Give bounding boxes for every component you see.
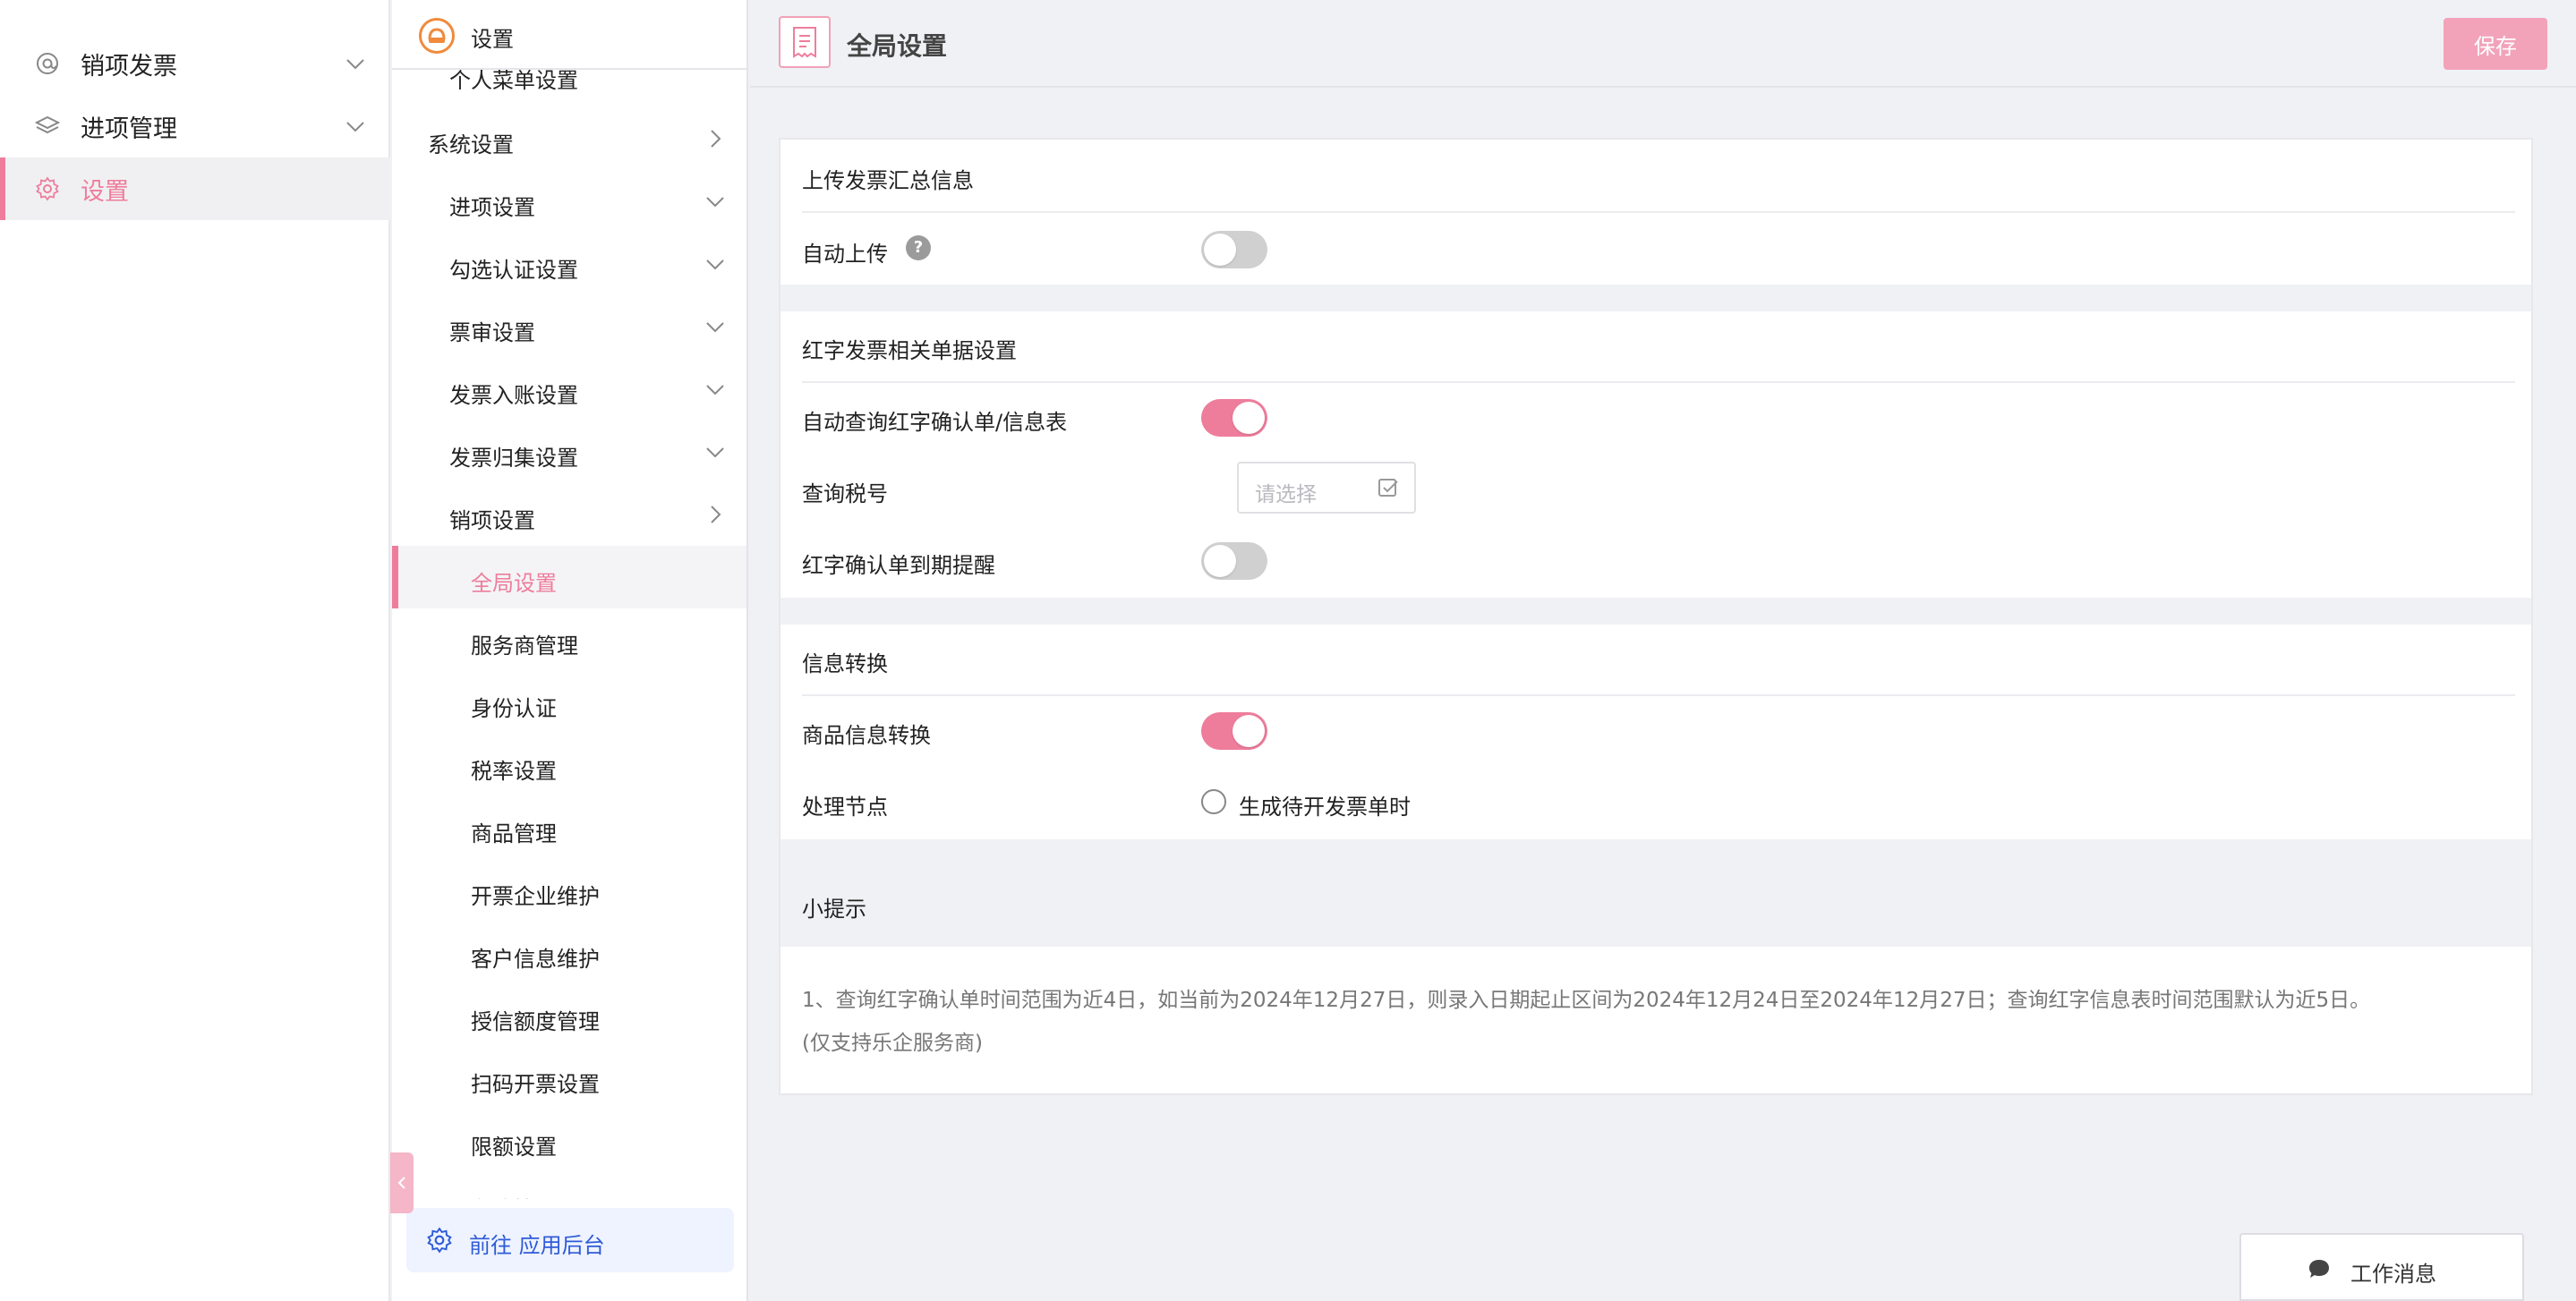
expiry-reminder-label: 红字确认单到期提醒 xyxy=(802,553,995,578)
chevron-left-icon xyxy=(397,1177,405,1189)
menu-item-goods-management[interactable]: 商品管理 xyxy=(392,796,746,859)
auto-query-label: 自动查询红字确认单/信息表 xyxy=(802,410,1068,435)
menu-item-label: 全局设置 xyxy=(471,571,557,596)
tips-text: 1、查询红字确认单时间范围为近4日，如当前为2024年12月27日，则录入日期起… xyxy=(802,989,2371,1055)
goto-admin-button[interactable]: 前往 应用后台 xyxy=(406,1208,734,1272)
tips-title: 小提示 xyxy=(802,897,866,922)
menu-item-global-settings[interactable]: 全局设置 xyxy=(392,546,746,608)
settings-card: 上传发票汇总信息 自动上传 ? 红字发票相关单据设置 自动查询红字确认单/信息表… xyxy=(779,138,2533,1095)
gear-icon xyxy=(427,1227,452,1254)
auto-upload-toggle[interactable] xyxy=(1201,231,1267,268)
document-icon xyxy=(779,16,831,68)
sidebar-item-input-management[interactable]: 进项管理 xyxy=(0,95,390,157)
menu-item-system-settings[interactable]: 系统设置 xyxy=(392,107,746,170)
menu-item-label: 限额设置 xyxy=(471,1135,557,1160)
menu-item-label: 扫码开票设置 xyxy=(471,1072,600,1097)
tips-header-band xyxy=(780,839,2531,947)
app-logo-icon xyxy=(419,18,455,54)
collapse-sidebar-button[interactable] xyxy=(390,1152,414,1213)
work-message-label: 工作消息 xyxy=(2350,1262,2436,1287)
chevron-down-icon xyxy=(706,197,724,208)
chevron-down-icon xyxy=(346,122,364,132)
chevron-down-icon xyxy=(706,322,724,333)
menu-item-label: 授信额度管理 xyxy=(471,1009,600,1034)
chevron-down-icon xyxy=(706,259,724,270)
chevron-right-icon xyxy=(711,506,721,523)
work-message-button[interactable]: 工作消息 xyxy=(2239,1233,2524,1301)
auto-query-toggle[interactable] xyxy=(1201,399,1267,437)
menu-item-output-settings[interactable]: 销项设置 xyxy=(392,483,746,546)
menu-item-tax-rate[interactable]: 税率设置 xyxy=(392,734,746,796)
help-icon[interactable]: ? xyxy=(906,235,931,260)
primary-sidebar: 销项发票 进项管理 设置 xyxy=(0,0,390,1301)
menu-item-label: 系统设置 xyxy=(428,132,514,157)
menu-item-limit-settings[interactable]: 限额设置 xyxy=(392,1110,746,1172)
divider xyxy=(802,211,2515,213)
sidebar-item-label: 进项管理 xyxy=(81,115,177,143)
menu-item-label: 发票归集设置 xyxy=(449,446,578,471)
chevron-down-icon xyxy=(706,447,724,458)
chevron-down-icon xyxy=(346,59,364,70)
tax-no-placeholder: 请选择 xyxy=(1255,483,1317,506)
goods-convert-toggle[interactable] xyxy=(1201,712,1267,750)
section-gap xyxy=(780,598,2531,625)
process-node-option-label: 生成待开发票单时 xyxy=(1239,795,1411,820)
menu-item-ticket-review-settings[interactable]: 票审设置 xyxy=(392,295,746,358)
submenu-header: 设置 xyxy=(392,0,746,70)
menu-item-invoicing-company[interactable]: 开票企业维护 xyxy=(392,859,746,922)
chevron-right-icon xyxy=(711,130,721,148)
page-title: 全局设置 xyxy=(847,31,948,61)
sidebar-item-label: 销项发票 xyxy=(81,52,177,81)
expiry-reminder-toggle[interactable] xyxy=(1201,542,1267,580)
menu-item-label: 票审设置 xyxy=(449,320,535,345)
sidebar-item-settings[interactable]: 设置 xyxy=(0,157,390,220)
menu-item-label: 身份认证 xyxy=(471,696,557,721)
divider xyxy=(802,694,2515,696)
menu-item-label: 开票企业维护 xyxy=(471,884,600,909)
save-button[interactable]: 保存 xyxy=(2444,18,2547,70)
tax-no-select[interactable]: 请选择 xyxy=(1237,462,1416,514)
menu-item-invoice-collection-settings[interactable]: 发票归集设置 xyxy=(392,421,746,483)
menu-item-customer-info[interactable]: 客户信息维护 xyxy=(392,922,746,984)
layers-icon xyxy=(34,113,61,140)
select-check-icon xyxy=(1378,479,1398,497)
menu-item-service-provider[interactable]: 服务商管理 xyxy=(392,608,746,671)
goods-convert-label: 商品信息转换 xyxy=(802,723,931,748)
menu-item-credit-limit[interactable]: 授信额度管理 xyxy=(392,984,746,1047)
divider xyxy=(802,381,2515,383)
menu-item-label: 服务商管理 xyxy=(471,633,578,659)
menu-item-check-auth-settings[interactable]: 勾选认证设置 xyxy=(392,233,746,295)
menu-item-label: 商品管理 xyxy=(471,821,557,846)
section-title-red-invoice: 红字发票相关单据设置 xyxy=(802,338,1017,363)
sidebar-item-output-invoice[interactable]: 销项发票 xyxy=(0,32,390,95)
tax-no-label: 查询税号 xyxy=(802,481,888,506)
section-title-upload: 上传发票汇总信息 xyxy=(802,168,974,193)
section-title-info-convert: 信息转换 xyxy=(802,651,888,676)
menu-item-label: 销项设置 xyxy=(449,508,535,533)
chat-bubble-icon xyxy=(2309,1260,2329,1278)
menu-item-label: 发票入账设置 xyxy=(449,383,578,408)
menu-item-invoice-accounting-settings[interactable]: 发票入账设置 xyxy=(392,358,746,421)
at-sign-icon xyxy=(34,50,61,77)
gear-icon xyxy=(34,175,61,202)
menu-item-input-settings[interactable]: 进项设置 xyxy=(392,170,746,233)
chevron-down-icon xyxy=(706,385,724,395)
menu-item-label: 进项设置 xyxy=(449,195,535,220)
menu-item-scan-invoicing[interactable]: 扫码开票设置 xyxy=(392,1047,746,1110)
menu-item-label: 勾选认证设置 xyxy=(449,258,578,283)
menu-item-label: 税率设置 xyxy=(471,759,557,784)
process-node-label: 处理节点 xyxy=(802,795,888,820)
submenu-title: 设置 xyxy=(471,27,514,52)
page-header: 全局设置 保存 xyxy=(750,0,2576,88)
section-gap xyxy=(780,285,2531,311)
menu-item-identity-auth[interactable]: 身份认证 xyxy=(392,671,746,734)
auto-upload-label: 自动上传 xyxy=(802,242,888,267)
goto-admin-label: 前往 应用后台 xyxy=(469,1233,605,1258)
menu-item-label: 客户信息维护 xyxy=(471,947,600,972)
sidebar-item-label: 设置 xyxy=(81,177,129,206)
settings-submenu: 设置 个人菜单设置 系统设置 进项设置 勾选认证设置 票审设置 发票入账设置 发… xyxy=(392,0,748,1301)
process-node-radio[interactable] xyxy=(1201,789,1226,814)
